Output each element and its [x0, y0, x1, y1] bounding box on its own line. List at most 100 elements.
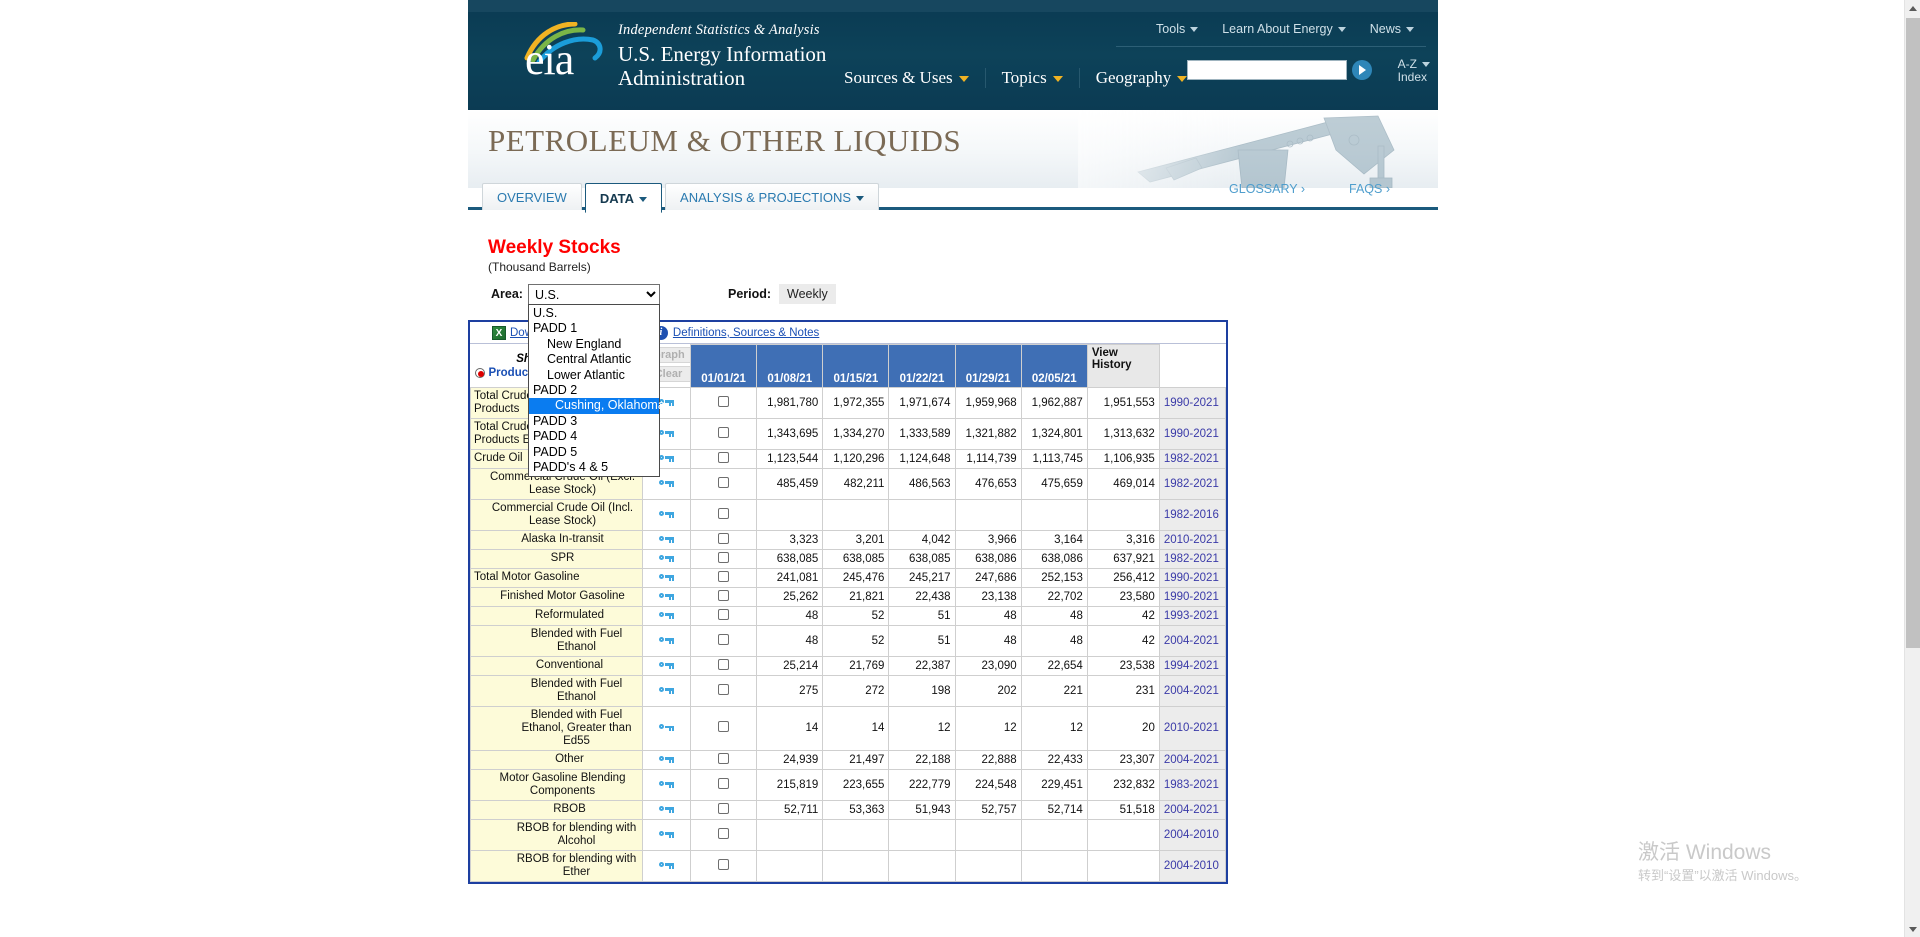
search-input[interactable] [1187, 60, 1347, 80]
row-checkbox[interactable] [718, 684, 729, 695]
nav-news[interactable]: News [1358, 22, 1426, 36]
row-checkbox-cell[interactable] [691, 549, 757, 568]
view-history-link[interactable]: 1994-2021 [1159, 656, 1225, 675]
row-key-cell[interactable] [643, 656, 691, 675]
page-scrollbar[interactable] [1904, 0, 1920, 937]
key-icon[interactable] [659, 610, 674, 619]
row-checkbox[interactable] [718, 634, 729, 645]
column-header-date-0[interactable]: 01/01/21 [691, 345, 757, 388]
tab-overview[interactable]: OVERVIEW [482, 183, 582, 210]
row-checkbox[interactable] [718, 571, 729, 582]
key-icon[interactable] [659, 804, 674, 813]
view-history-link[interactable]: 1982-2021 [1159, 468, 1225, 499]
nav-learn-about-energy[interactable]: Learn About Energy [1210, 22, 1358, 36]
row-key-cell[interactable] [643, 587, 691, 606]
area-dropdown-option[interactable]: PADD 2 [529, 383, 659, 398]
row-checkbox[interactable] [718, 778, 729, 789]
view-history-link[interactable]: 1990-2021 [1159, 418, 1225, 449]
eia-logo[interactable]: eia [523, 22, 608, 84]
view-history-link[interactable]: 2010-2021 [1159, 706, 1225, 750]
key-icon[interactable] [659, 722, 674, 731]
row-checkbox[interactable] [718, 396, 729, 407]
area-dropdown-list[interactable]: U.S.PADD 1New EnglandCentral AtlanticLow… [528, 304, 660, 477]
nav-tools[interactable]: Tools [1144, 22, 1210, 36]
view-history-link[interactable]: 1990-2021 [1159, 587, 1225, 606]
row-checkbox-cell[interactable] [691, 499, 757, 530]
row-checkbox-cell[interactable] [691, 530, 757, 549]
row-checkbox[interactable] [718, 659, 729, 670]
row-key-cell[interactable] [643, 750, 691, 769]
row-checkbox-cell[interactable] [691, 656, 757, 675]
row-checkbox-cell[interactable] [691, 769, 757, 800]
row-key-cell[interactable] [643, 850, 691, 881]
area-dropdown-option[interactable]: PADD 3 [529, 414, 659, 429]
scrollbar-down-arrow[interactable] [1905, 921, 1920, 937]
row-key-cell[interactable] [643, 549, 691, 568]
area-dropdown-option[interactable]: Cushing, Oklahoma [529, 398, 659, 413]
row-checkbox-cell[interactable] [691, 850, 757, 881]
area-dropdown-option[interactable]: PADD 1 [529, 321, 659, 336]
view-history-link[interactable]: 2004-2021 [1159, 800, 1225, 819]
row-checkbox[interactable] [718, 859, 729, 870]
link-glossary[interactable]: GLOSSARY › [1207, 182, 1327, 196]
scrollbar-up-arrow[interactable] [1905, 0, 1920, 16]
link-faqs[interactable]: FAQS › [1327, 182, 1412, 196]
az-index-link[interactable]: A-Z Index [1398, 58, 1430, 84]
view-history-link[interactable]: 2004-2021 [1159, 750, 1225, 769]
area-dropdown-option[interactable]: PADD's 4 & 5 [529, 460, 659, 475]
area-dropdown-option[interactable]: New England [529, 337, 659, 352]
row-checkbox[interactable] [718, 828, 729, 839]
area-select[interactable]: U.S. [528, 284, 660, 305]
row-checkbox-cell[interactable] [691, 418, 757, 449]
row-checkbox-cell[interactable] [691, 449, 757, 468]
key-icon[interactable] [659, 572, 674, 581]
key-icon[interactable] [659, 660, 674, 669]
column-header-date-2[interactable]: 01/15/21 [823, 345, 889, 388]
row-key-cell[interactable] [643, 819, 691, 850]
row-checkbox-cell[interactable] [691, 606, 757, 625]
key-icon[interactable] [659, 685, 674, 694]
key-icon[interactable] [659, 453, 674, 462]
row-checkbox-cell[interactable] [691, 587, 757, 606]
row-checkbox[interactable] [718, 753, 729, 764]
key-icon[interactable] [659, 754, 674, 763]
row-checkbox[interactable] [718, 721, 729, 732]
row-key-cell[interactable] [643, 568, 691, 587]
column-header-date-3[interactable]: 01/22/21 [889, 345, 955, 388]
key-icon[interactable] [659, 591, 674, 600]
row-checkbox-cell[interactable] [691, 675, 757, 706]
row-checkbox[interactable] [718, 452, 729, 463]
view-history-link[interactable]: 1990-2021 [1159, 568, 1225, 587]
key-icon[interactable] [659, 829, 674, 838]
key-icon[interactable] [659, 635, 674, 644]
area-dropdown-option[interactable]: Lower Atlantic [529, 368, 659, 383]
row-key-cell[interactable] [643, 675, 691, 706]
area-dropdown-option[interactable]: PADD 5 [529, 445, 659, 460]
key-icon[interactable] [659, 478, 674, 487]
row-checkbox-cell[interactable] [691, 819, 757, 850]
row-key-cell[interactable] [643, 606, 691, 625]
key-icon[interactable] [659, 509, 674, 518]
row-key-cell[interactable] [643, 499, 691, 530]
row-checkbox[interactable] [718, 427, 729, 438]
tab-analysis-projections[interactable]: ANALYSIS & PROJECTIONS [665, 183, 879, 210]
view-history-link[interactable]: 1982-2021 [1159, 549, 1225, 568]
row-checkbox[interactable] [718, 803, 729, 814]
row-checkbox-cell[interactable] [691, 468, 757, 499]
view-history-link[interactable]: 1993-2021 [1159, 606, 1225, 625]
view-history-link[interactable]: 1983-2021 [1159, 769, 1225, 800]
key-icon[interactable] [659, 553, 674, 562]
radio-icon[interactable] [475, 368, 485, 378]
area-dropdown-option[interactable]: Central Atlantic [529, 352, 659, 367]
view-history-link[interactable]: 1982-2016 [1159, 499, 1225, 530]
view-history-link[interactable]: 2004-2010 [1159, 819, 1225, 850]
column-header-date-4[interactable]: 01/29/21 [955, 345, 1021, 388]
column-header-date-5[interactable]: 02/05/21 [1021, 345, 1087, 388]
view-history-link[interactable]: 2004-2010 [1159, 850, 1225, 881]
row-checkbox-cell[interactable] [691, 706, 757, 750]
row-checkbox[interactable] [718, 590, 729, 601]
view-history-link[interactable]: 1990-2021 [1159, 387, 1225, 418]
row-checkbox[interactable] [718, 477, 729, 488]
row-checkbox-cell[interactable] [691, 625, 757, 656]
tab-data[interactable]: DATA [585, 183, 662, 213]
